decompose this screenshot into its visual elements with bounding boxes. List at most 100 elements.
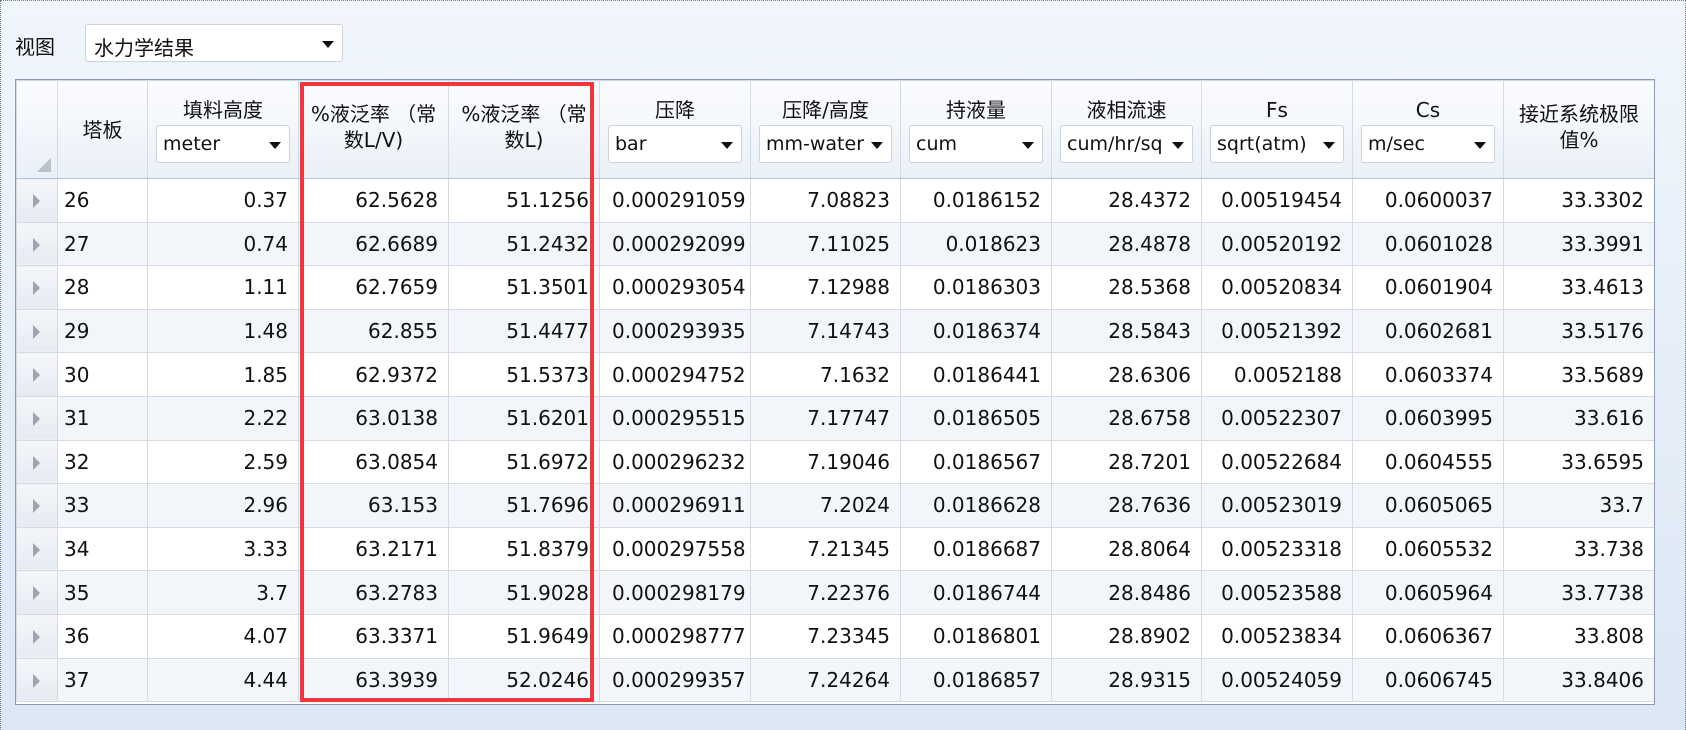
- table-cell[interactable]: 0.00520192: [1201, 221, 1353, 267]
- table-cell[interactable]: 0.018623: [900, 221, 1052, 267]
- table-cell[interactable]: 28: [57, 265, 148, 310]
- table-cell[interactable]: 35: [57, 570, 148, 615]
- table-cell[interactable]: 0.0601028: [1352, 221, 1504, 267]
- table-cell[interactable]: 0.0606367: [1352, 613, 1504, 659]
- table-row[interactable]: 27 0.74 62.6689 51.2432 0.000292099 7.11025 0.…: [16, 221, 1654, 267]
- table-cell[interactable]: 7.17747: [750, 395, 901, 441]
- table-cell[interactable]: 4.44: [147, 657, 299, 703]
- table-cell[interactable]: 33.3302: [1503, 178, 1654, 223]
- table-cell[interactable]: 1.48: [147, 308, 299, 354]
- unit-select-liquid-holdup[interactable]: cum: [909, 125, 1043, 163]
- table-cell[interactable]: 62.7659: [298, 265, 449, 310]
- table-cell[interactable]: 62.855: [298, 308, 449, 354]
- table-cell[interactable]: 0.000299357: [599, 657, 751, 703]
- column-header-pressure-drop[interactable]: 压降 bar: [599, 80, 751, 179]
- table-cell[interactable]: 63.0138: [298, 395, 449, 441]
- table-cell[interactable]: 0.00520834: [1201, 265, 1353, 310]
- column-header-cs[interactable]: Cs m/sec: [1352, 80, 1504, 179]
- table-cell[interactable]: 28.5368: [1051, 265, 1202, 310]
- table-cell[interactable]: 31: [57, 395, 148, 441]
- table-cell[interactable]: 28.7201: [1051, 439, 1202, 485]
- table-row[interactable]: 30 1.85 62.9372 51.5373 0.000294752 7.1632 0.0…: [16, 352, 1654, 397]
- table-cell[interactable]: 51.3501: [448, 265, 600, 310]
- column-header-flood-const-lv[interactable]: %液泛率 （常数L/V): [298, 80, 449, 179]
- table-cell[interactable]: 63.3939: [298, 657, 449, 703]
- unit-select-pressure-drop[interactable]: bar: [608, 125, 742, 163]
- unit-select-pressure-drop-per-height[interactable]: mm-water: [759, 125, 892, 163]
- unit-select-fs[interactable]: sqrt(atm): [1210, 125, 1344, 163]
- row-selector[interactable]: [16, 570, 58, 615]
- table-cell[interactable]: 0.0186441: [900, 352, 1052, 397]
- table-cell[interactable]: 7.12988: [750, 265, 901, 310]
- row-selector[interactable]: [16, 395, 58, 441]
- table-cell[interactable]: 33.7738: [1503, 570, 1654, 615]
- table-cell[interactable]: 0.0186567: [900, 439, 1052, 485]
- row-selector[interactable]: [16, 483, 58, 528]
- table-cell[interactable]: 36: [57, 613, 148, 659]
- table-cell[interactable]: 29: [57, 308, 148, 354]
- table-cell[interactable]: 33.5689: [1503, 352, 1654, 397]
- table-cell[interactable]: 0.000293935: [599, 308, 751, 354]
- row-selector[interactable]: [16, 352, 58, 397]
- table-cell[interactable]: 33.4613: [1503, 265, 1654, 310]
- table-cell[interactable]: 2.22: [147, 395, 299, 441]
- table-cell[interactable]: 0.000296911: [599, 483, 751, 528]
- table-row[interactable]: 35 3.7 63.2783 51.9028 0.000298179 7.22376 0.0…: [16, 570, 1654, 615]
- table-cell[interactable]: 28.5843: [1051, 308, 1202, 354]
- table-cell[interactable]: 63.3371: [298, 613, 449, 659]
- row-selector[interactable]: [16, 308, 58, 354]
- table-cell[interactable]: 7.14743: [750, 308, 901, 354]
- table-cell[interactable]: 51.9028: [448, 570, 600, 615]
- column-header-flood-const-l[interactable]: %液泛率 （常数L): [448, 80, 600, 179]
- table-cell[interactable]: 0.000291059: [599, 178, 751, 223]
- table-cell[interactable]: 28.8486: [1051, 570, 1202, 615]
- table-cell[interactable]: 28.9315: [1051, 657, 1202, 703]
- row-selector[interactable]: [16, 526, 58, 572]
- table-cell[interactable]: 7.24264: [750, 657, 901, 703]
- view-select[interactable]: 水力学结果: [85, 24, 343, 62]
- unit-select-packing-height[interactable]: meter: [156, 125, 290, 163]
- table-cell[interactable]: 0.0603995: [1352, 395, 1504, 441]
- row-selector[interactable]: [16, 439, 58, 485]
- row-selector[interactable]: [16, 178, 58, 223]
- table-cell[interactable]: 0.0602681: [1352, 308, 1504, 354]
- table-cell[interactable]: 51.1256: [448, 178, 600, 223]
- table-cell[interactable]: 51.4477: [448, 308, 600, 354]
- table-cell[interactable]: 51.7696: [448, 483, 600, 528]
- table-cell[interactable]: 33.3991: [1503, 221, 1654, 267]
- table-cell[interactable]: 0.0605964: [1352, 570, 1504, 615]
- table-cell[interactable]: 7.21345: [750, 526, 901, 572]
- table-cell[interactable]: 33.616: [1503, 395, 1654, 441]
- table-cell[interactable]: 33.5176: [1503, 308, 1654, 354]
- table-row[interactable]: 34 3.33 63.2171 51.8379 0.000297558 7.21345 0.…: [16, 526, 1654, 572]
- table-cell[interactable]: 0.0186374: [900, 308, 1052, 354]
- table-cell[interactable]: 0.00521392: [1201, 308, 1353, 354]
- table-cell[interactable]: 0.0186801: [900, 613, 1052, 659]
- table-cell[interactable]: 0.00522307: [1201, 395, 1353, 441]
- table-cell[interactable]: 0.000297558: [599, 526, 751, 572]
- table-cell[interactable]: 0.000298777: [599, 613, 751, 659]
- table-cell[interactable]: 0.000292099: [599, 221, 751, 267]
- table-cell[interactable]: 3.33: [147, 526, 299, 572]
- table-cell[interactable]: 33: [57, 483, 148, 528]
- table-cell[interactable]: 51.9649: [448, 613, 600, 659]
- column-header-fs[interactable]: Fs sqrt(atm): [1201, 80, 1353, 179]
- table-cell[interactable]: 0.00523019: [1201, 483, 1353, 528]
- table-cell[interactable]: 0.74: [147, 221, 299, 267]
- select-all-corner[interactable]: [16, 80, 58, 179]
- table-row[interactable]: 26 0.37 62.5628 51.1256 0.000291059 7.08823 0.…: [16, 178, 1654, 223]
- row-selector[interactable]: [16, 657, 58, 703]
- table-cell[interactable]: 28.6758: [1051, 395, 1202, 441]
- table-cell[interactable]: 0.0186744: [900, 570, 1052, 615]
- table-cell[interactable]: 0.0600037: [1352, 178, 1504, 223]
- table-cell[interactable]: 0.00523834: [1201, 613, 1353, 659]
- table-cell[interactable]: 0.0186857: [900, 657, 1052, 703]
- table-cell[interactable]: 0.0186505: [900, 395, 1052, 441]
- column-header-tray[interactable]: 塔板: [57, 80, 148, 179]
- table-row[interactable]: 29 1.48 62.855 51.4477 0.000293935 7.14743 0.0…: [16, 308, 1654, 354]
- table-cell[interactable]: 28.4372: [1051, 178, 1202, 223]
- table-cell[interactable]: 34: [57, 526, 148, 572]
- table-cell[interactable]: 28.6306: [1051, 352, 1202, 397]
- column-header-liquid-velocity[interactable]: 液相流速 cum/hr/sq: [1051, 80, 1202, 179]
- table-row[interactable]: 32 2.59 63.0854 51.6972 0.000296232 7.19046 0.…: [16, 439, 1654, 485]
